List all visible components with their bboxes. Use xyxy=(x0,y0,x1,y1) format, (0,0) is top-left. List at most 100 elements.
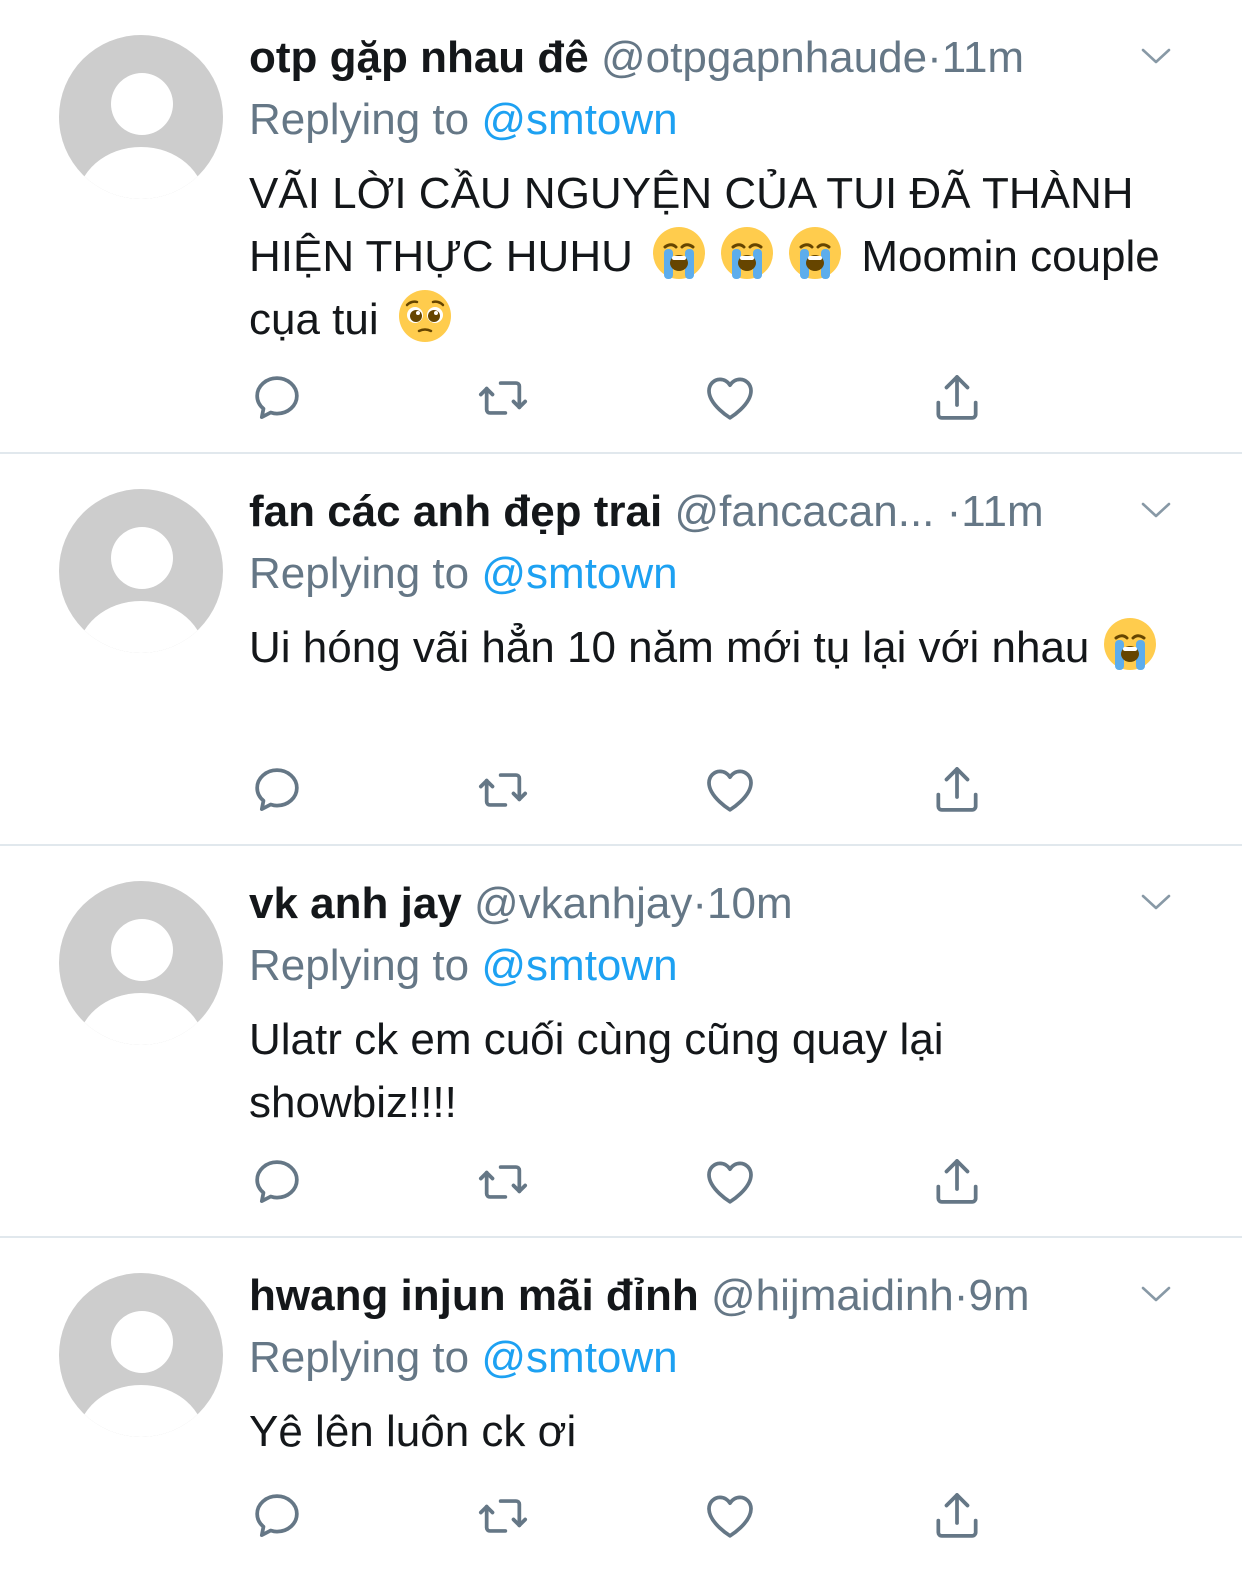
timestamp[interactable]: 9m xyxy=(968,1271,1029,1320)
user-handle[interactable]: @vkanhjay xyxy=(474,879,692,928)
reply-icon xyxy=(249,1154,305,1210)
tweet-item[interactable]: hwang injun mãi đỉnh @hijmaidinh·9m Repl… xyxy=(0,1238,1242,1579)
tweet-header: fan các anh đẹp trai @fancacan... ·11m xyxy=(249,484,1044,540)
reply-button[interactable] xyxy=(249,762,305,818)
tweet-replies-feed: otp gặp nhau đê @otpgapnhaude·11m Replyi… xyxy=(0,0,1242,1579)
retweet-icon xyxy=(475,370,531,426)
replying-prefix: Replying to xyxy=(249,941,470,990)
heart-icon xyxy=(702,370,758,426)
separator-dot: · xyxy=(953,1271,969,1320)
avatar-head-shape xyxy=(111,527,173,589)
heart-icon xyxy=(702,762,758,818)
avatar-shoulders-shape xyxy=(77,1385,205,1437)
chevron-down-icon[interactable] xyxy=(1140,1284,1172,1304)
reply-button[interactable] xyxy=(249,370,305,426)
like-button[interactable] xyxy=(702,370,758,426)
loudly-crying-face-icon xyxy=(651,225,707,281)
like-button[interactable] xyxy=(702,1488,758,1544)
separator-dot: · xyxy=(692,879,707,928)
replying-to: Replying to @smtown xyxy=(249,546,678,602)
loudly-crying-face-icon xyxy=(1102,616,1158,672)
mention-link[interactable]: @smtown xyxy=(481,95,677,144)
tweet-header: otp gặp nhau đê @otpgapnhaude·11m xyxy=(249,30,1024,86)
share-button[interactable] xyxy=(929,1488,985,1544)
user-handle[interactable]: @fancacan... xyxy=(674,487,934,536)
retweet-button[interactable] xyxy=(475,370,531,426)
share-icon xyxy=(929,762,985,818)
tweet-actions xyxy=(249,762,1009,818)
display-name[interactable]: otp gặp nhau đê xyxy=(249,33,589,82)
heart-icon xyxy=(702,1488,758,1544)
tweet-actions xyxy=(249,370,1009,426)
replying-to: Replying to @smtown xyxy=(249,1330,678,1386)
heart-icon xyxy=(702,1154,758,1210)
display-name[interactable]: vk anh jay xyxy=(249,879,462,928)
tweet-text: Ulatr ck em cuối cùng cũng quay lại show… xyxy=(249,1008,1049,1134)
avatar-head-shape xyxy=(111,1311,173,1373)
replying-prefix: Replying to xyxy=(249,549,470,598)
replying-to: Replying to @smtown xyxy=(249,938,678,994)
reply-icon xyxy=(249,1488,305,1544)
tweet-text: Ui hóng vãi hẳn 10 năm mới tụ lại với nh… xyxy=(249,616,1209,679)
reply-button[interactable] xyxy=(249,1154,305,1210)
reply-icon xyxy=(249,370,305,426)
avatar[interactable] xyxy=(59,35,223,199)
tweet-text: Yê lên luôn ck ơi xyxy=(249,1400,1209,1463)
pleading-face-icon xyxy=(397,288,453,344)
retweet-icon xyxy=(475,1488,531,1544)
tweet-item[interactable]: vk anh jay @vkanhjay·10m Replying to @sm… xyxy=(0,846,1242,1238)
replying-to: Replying to @smtown xyxy=(249,92,678,148)
retweet-icon xyxy=(475,1154,531,1210)
tweet-text-part: Yê lên luôn ck ơi xyxy=(249,1407,577,1456)
separator-dot: · xyxy=(946,487,962,536)
tweet-item[interactable]: otp gặp nhau đê @otpgapnhaude·11m Replyi… xyxy=(0,0,1242,454)
share-button[interactable] xyxy=(929,1154,985,1210)
loudly-crying-face-icon xyxy=(787,225,843,281)
like-button[interactable] xyxy=(702,1154,758,1210)
separator-dot: · xyxy=(927,33,942,82)
avatar-head-shape xyxy=(111,73,173,135)
retweet-button[interactable] xyxy=(475,1154,531,1210)
avatar[interactable] xyxy=(59,881,223,1045)
avatar-shoulders-shape xyxy=(77,993,205,1045)
replying-prefix: Replying to xyxy=(249,95,470,144)
chevron-down-icon[interactable] xyxy=(1140,500,1172,520)
replying-prefix: Replying to xyxy=(249,1333,470,1382)
loudly-crying-face-icon xyxy=(719,225,775,281)
tweet-actions xyxy=(249,1488,1009,1544)
avatar-shoulders-shape xyxy=(77,147,205,199)
reply-icon xyxy=(249,762,305,818)
retweet-button[interactable] xyxy=(475,1488,531,1544)
timestamp[interactable]: 10m xyxy=(707,879,793,928)
timestamp[interactable]: 11m xyxy=(942,33,1024,82)
retweet-button[interactable] xyxy=(475,762,531,818)
mention-link[interactable]: @smtown xyxy=(481,1333,677,1382)
share-icon xyxy=(929,370,985,426)
chevron-down-icon[interactable] xyxy=(1140,46,1172,66)
timestamp[interactable]: 11m xyxy=(961,487,1043,536)
avatar[interactable] xyxy=(59,1273,223,1437)
share-button[interactable] xyxy=(929,370,985,426)
avatar-shoulders-shape xyxy=(77,601,205,653)
tweet-actions xyxy=(249,1154,1009,1210)
share-icon xyxy=(929,1154,985,1210)
display-name[interactable]: hwang injun mãi đỉnh xyxy=(249,1271,699,1320)
share-icon xyxy=(929,1488,985,1544)
avatar[interactable] xyxy=(59,489,223,653)
mention-link[interactable]: @smtown xyxy=(481,549,677,598)
like-button[interactable] xyxy=(702,762,758,818)
user-handle[interactable]: @hijmaidinh xyxy=(711,1271,954,1320)
display-name[interactable]: fan các anh đẹp trai xyxy=(249,487,662,536)
chevron-down-icon[interactable] xyxy=(1140,892,1172,912)
mention-link[interactable]: @smtown xyxy=(481,941,677,990)
reply-button[interactable] xyxy=(249,1488,305,1544)
tweet-header: vk anh jay @vkanhjay·10m xyxy=(249,876,793,932)
tweet-text-part: Ulatr ck em cuối cùng cũng quay lại show… xyxy=(249,1015,944,1127)
tweet-text: VÃI LỜI CẦU NGUYỆN CỦA TUI ĐÃ THÀNH HIỆN… xyxy=(249,162,1209,351)
tweet-item[interactable]: fan các anh đẹp trai @fancacan... ·11m R… xyxy=(0,454,1242,846)
user-handle[interactable]: @otpgapnhaude xyxy=(601,33,927,82)
retweet-icon xyxy=(475,762,531,818)
avatar-head-shape xyxy=(111,919,173,981)
tweet-header: hwang injun mãi đỉnh @hijmaidinh·9m xyxy=(249,1268,1030,1324)
share-button[interactable] xyxy=(929,762,985,818)
